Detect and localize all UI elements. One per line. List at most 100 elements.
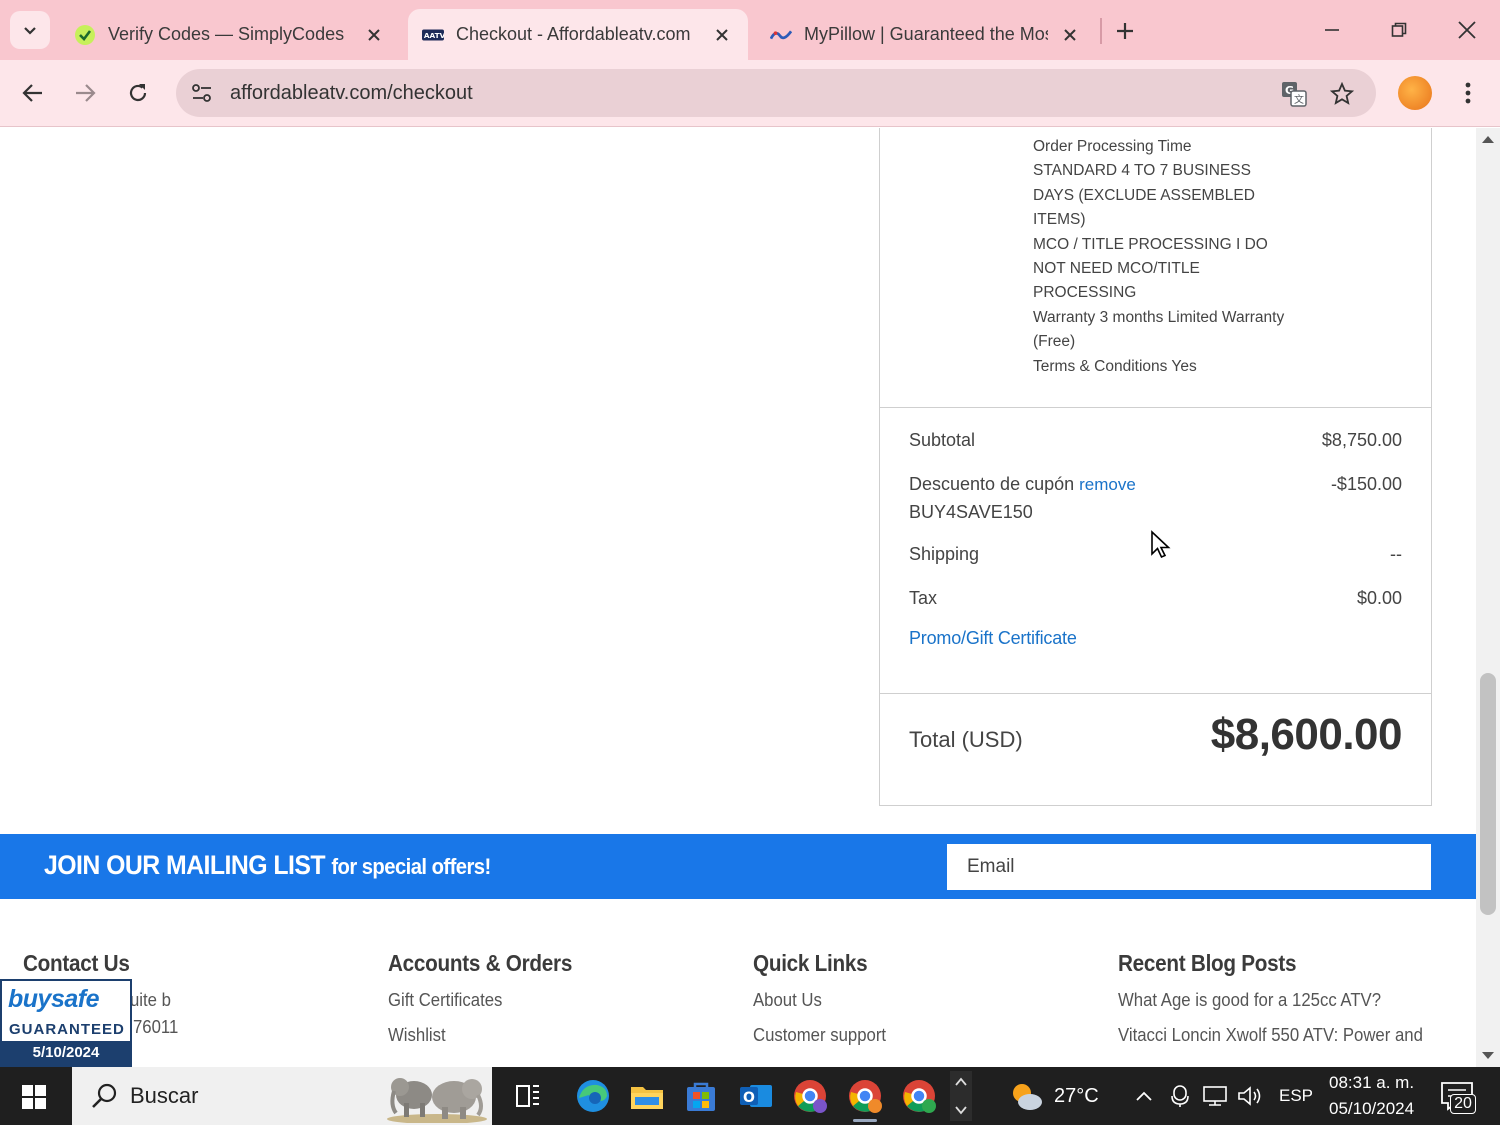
chevron-up-icon [955, 1077, 967, 1086]
tax-row: Tax $0.00 [909, 588, 1402, 612]
page-scrollbar[interactable] [1476, 128, 1500, 1067]
footer-link-wishlist[interactable]: Wishlist [388, 1025, 578, 1046]
clock-time[interactable]: 08:31 a. m. [1329, 1073, 1414, 1093]
close-icon [1458, 21, 1476, 39]
close-tab-icon[interactable] [362, 23, 386, 47]
file-explorer-icon[interactable] [627, 1076, 667, 1116]
back-button[interactable] [12, 72, 54, 114]
profile-avatar[interactable] [1398, 76, 1432, 110]
summary-divider [880, 693, 1431, 694]
item-option: STANDARD 4 TO 7 BUSINESS DAYS (EXCLUDE A… [1033, 162, 1255, 229]
windows-logo-part [35, 1085, 46, 1096]
footer-link-customer-support[interactable]: Customer support [753, 1025, 886, 1046]
footer-link-gift-certificates[interactable]: Gift Certificates [388, 990, 578, 1011]
scroll-down-arrow-icon[interactable] [1482, 1052, 1494, 1059]
close-tab-icon[interactable] [1058, 23, 1082, 47]
browser-menu-button[interactable] [1452, 76, 1484, 110]
footer-blog: Recent Blog Posts What Age is good for a… [1118, 950, 1446, 1046]
close-window-button[interactable] [1445, 10, 1489, 50]
tab-mypillow[interactable]: MyPillow | Guaranteed the Mos [756, 9, 1096, 60]
windows-logo-part [22, 1098, 33, 1109]
new-tab-button[interactable] [1108, 14, 1142, 48]
elephants-illustration-icon [387, 1078, 487, 1123]
chrome-profile-3-icon[interactable] [899, 1076, 939, 1116]
chrome-profile-1-icon[interactable] [790, 1076, 830, 1116]
meet-now-icon[interactable] [1166, 1076, 1194, 1116]
mouse-cursor-icon [1151, 530, 1171, 559]
tab-strip: Verify Codes — SimplyCodes AATV Checkout… [0, 0, 1500, 60]
task-view-icon[interactable] [508, 1076, 548, 1116]
total-label: Total (USD) [909, 727, 1023, 752]
restore-button[interactable] [1377, 10, 1421, 50]
svg-text:AATV: AATV [424, 30, 444, 39]
notifications-button[interactable]: 20 [1438, 1077, 1478, 1117]
url-text[interactable]: affordableatv.com/checkout [230, 82, 473, 105]
coupon-label: Descuento de cupón [909, 474, 1075, 494]
footer-link-about-us[interactable]: About Us [753, 990, 886, 1011]
more-vertical-icon [1465, 82, 1471, 104]
weather-icon[interactable] [1008, 1076, 1044, 1116]
coupon-value: -$150.00 [1330, 474, 1402, 494]
tax-label: Tax [909, 588, 938, 608]
search-placeholder: Buscar [130, 1083, 199, 1108]
arrow-left-icon [22, 84, 42, 102]
contact-address-line: 76011 [133, 1017, 179, 1037]
item-option: MCO / TITLE PROCESSING I DO NOT NEED MCO… [1033, 235, 1268, 302]
network-icon[interactable] [1200, 1076, 1230, 1116]
item-option: Terms & Conditions Yes [1033, 357, 1197, 375]
show-hidden-icons-icon[interactable] [1130, 1076, 1158, 1116]
edge-browser-icon[interactable] [573, 1076, 613, 1116]
language-indicator[interactable]: ESP [1279, 1086, 1313, 1106]
scroll-up-arrow-icon[interactable] [1482, 136, 1494, 143]
bookmark-star-icon[interactable] [1327, 79, 1357, 109]
tab-title: Checkout - Affordableatv.com [456, 24, 691, 44]
microsoft-store-icon[interactable] [681, 1076, 721, 1116]
buysafe-date: 5/10/2024 [2, 1041, 130, 1065]
email-input[interactable] [947, 844, 1431, 890]
windows-taskbar: Buscar O 27°C ESP 08:31 a. m. 05/10/2024… [0, 1067, 1500, 1125]
subtotal-value: $8,750.00 [1321, 430, 1402, 450]
tax-value: $0.00 [1356, 588, 1402, 608]
start-button[interactable] [14, 1081, 50, 1111]
taskbar-overflow-scroller[interactable] [950, 1071, 972, 1121]
browser-toolbar: affordableatv.com/checkout G文 [0, 60, 1500, 127]
item-option: Order Processing Time [1033, 138, 1192, 155]
footer-heading: Accounts & Orders [388, 950, 573, 976]
tab-checkout[interactable]: AATV Checkout - Affordableatv.com [408, 9, 748, 60]
summary-divider [880, 407, 1431, 408]
windows-logo-part [35, 1098, 46, 1109]
clock-date[interactable]: 05/10/2024 [1329, 1099, 1414, 1119]
address-bar[interactable]: affordableatv.com/checkout G文 [176, 69, 1376, 117]
outlook-icon[interactable]: O [736, 1076, 776, 1116]
footer-accounts: Accounts & Orders Gift Certificates Wish… [388, 950, 593, 1046]
blog-post-link[interactable]: Vitacci Loncin Xwolf 550 ATV: Power and [1118, 1025, 1423, 1046]
page-viewport: Order Processing Time STANDARD 4 TO 7 BU… [0, 128, 1476, 1067]
volume-icon[interactable] [1234, 1076, 1266, 1116]
buysafe-seal[interactable]: buysafe GUARANTEED 5/10/2024 [0, 979, 132, 1067]
chevron-down-icon [24, 27, 36, 35]
mailing-heading-small: for special offers! [331, 854, 491, 879]
close-tab-icon[interactable] [710, 23, 734, 47]
total-value: $8,600.00 [1210, 710, 1403, 759]
forward-button[interactable] [64, 72, 106, 114]
order-summary-panel: Order Processing Time STANDARD 4 TO 7 BU… [879, 128, 1432, 806]
translate-icon[interactable]: G文 [1279, 79, 1309, 109]
scrollbar-thumb[interactable] [1480, 673, 1496, 915]
blog-post-link[interactable]: What Age is good for a 125cc ATV? [1118, 990, 1423, 1011]
tab-simplycodes[interactable]: Verify Codes — SimplyCodes [60, 9, 400, 60]
taskbar-search-box[interactable]: Buscar [72, 1067, 492, 1125]
coupon-remove-link[interactable]: remove [1079, 475, 1136, 494]
minimize-button[interactable] [1310, 10, 1354, 50]
footer-heading: Recent Blog Posts [1118, 950, 1297, 976]
chrome-profile-2-icon[interactable] [845, 1076, 885, 1122]
reload-button[interactable] [117, 72, 159, 114]
weather-temperature[interactable]: 27°C [1054, 1085, 1099, 1108]
buysafe-guaranteed: GUARANTEED [9, 1021, 125, 1038]
promo-gift-certificate-link[interactable]: Promo/Gift Certificate [909, 628, 1077, 649]
tab-search-button[interactable] [10, 11, 50, 49]
reload-icon [129, 84, 147, 102]
buysafe-logo: buysafe [8, 985, 99, 1013]
site-info-icon[interactable] [186, 77, 218, 109]
footer-heading: Contact Us [23, 950, 130, 976]
footer-quick-links: Quick Links About Us Customer support [753, 950, 896, 1046]
